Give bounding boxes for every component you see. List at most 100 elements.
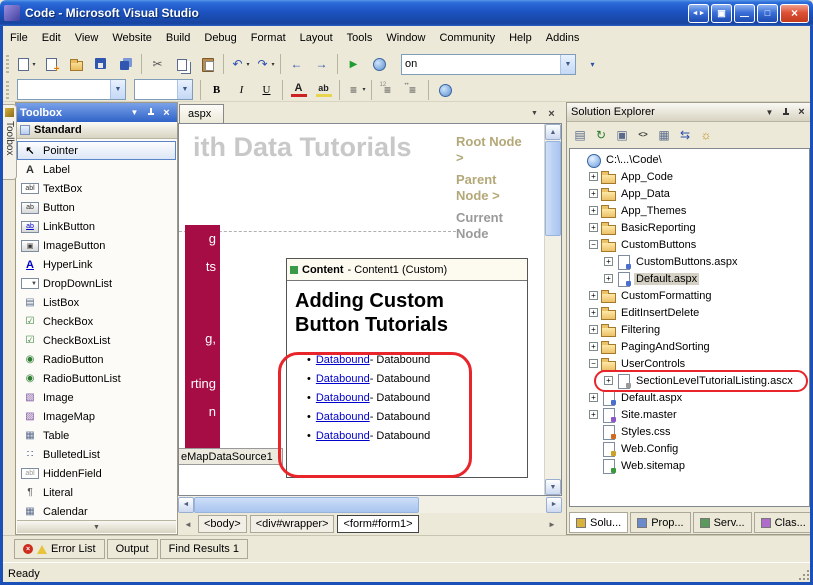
expand-icon[interactable]: +: [604, 257, 613, 266]
browse-button[interactable]: [367, 53, 390, 75]
bottom-tab-findresults1[interactable]: Find Results 1: [160, 539, 248, 559]
toolbox-item-imagebutton[interactable]: ▣ImageButton: [17, 236, 176, 255]
toolbox-item-textbox[interactable]: ablTextBox: [17, 179, 176, 198]
panel-tab-prop[interactable]: Prop...: [630, 512, 690, 533]
breadcrumb-link[interactable]: Root Node >: [456, 134, 528, 166]
tree-item[interactable]: +CustomFormatting: [570, 287, 809, 304]
toolbar-combo[interactable]: ▼: [401, 54, 576, 75]
databound-link[interactable]: Databound: [316, 411, 370, 423]
toolbox-item-bulletedlist[interactable]: ∷BulletedList: [17, 445, 176, 464]
maximize-button[interactable]: □: [757, 4, 778, 23]
expand-icon[interactable]: +: [589, 206, 598, 215]
close-button[interactable]: ×: [780, 4, 809, 23]
undo-button[interactable]: ↶▾: [228, 53, 251, 75]
menu-item-layout[interactable]: Layout: [293, 28, 340, 48]
tree-item[interactable]: −CustomButtons: [570, 236, 809, 253]
toolbar-combo-input[interactable]: [402, 56, 560, 73]
resize-grip-icon[interactable]: [807, 578, 809, 580]
toolbox-item-table[interactable]: ▦Table: [17, 426, 176, 445]
nav-item-fragment[interactable]: g,: [205, 331, 216, 346]
window-position-icon[interactable]: ▼: [763, 106, 776, 119]
tree-item[interactable]: +Default.aspx: [570, 389, 809, 406]
content-placeholder[interactable]: Content - Content1 (Custom) Adding Custo…: [286, 258, 528, 478]
panel-tab-solu[interactable]: Solu...: [569, 512, 628, 533]
toolbox-item-checkbox[interactable]: ☑CheckBox: [17, 312, 176, 331]
expand-icon[interactable]: +: [589, 172, 598, 181]
save-button[interactable]: [89, 53, 112, 75]
tag-divwrapper[interactable]: <div#wrapper>: [250, 515, 335, 533]
tree-item[interactable]: +BasicReporting: [570, 219, 809, 236]
menu-item-view[interactable]: View: [68, 28, 106, 48]
copy-button[interactable]: [171, 53, 194, 75]
tag-body[interactable]: <body>: [198, 515, 247, 533]
window-context-button[interactable]: ◄►: [688, 4, 709, 23]
nav-item-fragment[interactable]: n: [209, 404, 216, 419]
font-name-input[interactable]: [18, 81, 110, 98]
scroll-right-icon[interactable]: ►: [546, 497, 562, 513]
tree-item[interactable]: +SectionLevelTutorialListing.ascx: [570, 372, 809, 389]
window-layout-button[interactable]: ▣: [711, 4, 732, 23]
menu-item-debug[interactable]: Debug: [197, 28, 243, 48]
expand-icon[interactable]: +: [589, 342, 598, 351]
smart-tag-icon[interactable]: [290, 266, 298, 274]
tree-item[interactable]: +App_Themes: [570, 202, 809, 219]
databound-link[interactable]: Databound: [316, 430, 370, 442]
toolbox-item-listbox[interactable]: ▤ListBox: [17, 293, 176, 312]
content-placeholder-header[interactable]: Content - Content1 (Custom): [287, 259, 527, 281]
expand-icon[interactable]: +: [589, 223, 598, 232]
font-color-button[interactable]: A: [287, 79, 310, 101]
expand-icon[interactable]: +: [589, 189, 598, 198]
combo-dropdown-icon[interactable]: ▼: [110, 80, 125, 99]
toolbox-item-imagemap[interactable]: ▨ImageMap: [17, 407, 176, 426]
active-files-dropdown-icon[interactable]: ▼: [527, 106, 542, 121]
start-debugging-button[interactable]: ▶: [342, 53, 365, 75]
toolbox-item-linkbutton[interactable]: abLinkButton: [17, 217, 176, 236]
nav-item-fragment[interactable]: ts: [206, 259, 216, 274]
menu-item-build[interactable]: Build: [159, 28, 197, 48]
toolbox-item-hiddenfield[interactable]: ablHiddenField: [17, 464, 176, 483]
toolbox-item-calendar[interactable]: ▦Calendar: [17, 502, 176, 520]
combo-dropdown-icon[interactable]: ▼: [177, 80, 192, 99]
view-code-button[interactable]: <>: [633, 125, 653, 145]
tree-item[interactable]: Web.sitemap: [570, 457, 809, 474]
menu-item-help[interactable]: Help: [502, 28, 539, 48]
numbered-list-button[interactable]: ≡: [376, 79, 399, 101]
menu-item-addins[interactable]: Addins: [539, 28, 587, 48]
scroll-left-icon[interactable]: ◄: [178, 497, 194, 513]
paste-button[interactable]: [196, 53, 219, 75]
tag-nav-forward-icon[interactable]: ►: [545, 516, 559, 532]
panel-tab-serv[interactable]: Serv...: [693, 512, 752, 533]
navigate-backward-button[interactable]: ←: [285, 53, 308, 75]
menu-item-edit[interactable]: Edit: [35, 28, 68, 48]
scrollbar-thumb[interactable]: [194, 497, 419, 513]
close-icon[interactable]: ×: [795, 106, 808, 119]
font-size-input[interactable]: [135, 81, 177, 98]
tree-item[interactable]: C:\...\Code\: [570, 151, 809, 168]
tree-item[interactable]: +Default.aspx: [570, 270, 809, 287]
sitemap-datasource-control[interactable]: eMapDataSource1: [178, 448, 283, 465]
close-icon[interactable]: ×: [160, 106, 173, 119]
toolbox-item-hyperlink[interactable]: AHyperLink: [17, 255, 176, 274]
expand-icon[interactable]: +: [589, 291, 598, 300]
horizontal-scrollbar[interactable]: ◄ ►: [178, 496, 562, 513]
scrollbar-thumb[interactable]: [545, 141, 561, 236]
toolbox-item-pointer[interactable]: ↖Pointer: [17, 141, 176, 160]
tree-item[interactable]: +EditInsertDelete: [570, 304, 809, 321]
toolbar-options-button[interactable]: ▾: [581, 53, 604, 75]
expand-icon[interactable]: +: [604, 274, 613, 283]
menu-item-tools[interactable]: Tools: [340, 28, 380, 48]
bold-button[interactable]: B: [205, 79, 228, 101]
redo-button[interactable]: ↷▾: [253, 53, 276, 75]
toolbox-category-standard[interactable]: Standard: [16, 122, 177, 139]
solution-explorer-header[interactable]: Solution Explorer ▼ ×: [567, 103, 812, 122]
toolbox-autohide-tab[interactable]: Toolbox: [3, 104, 17, 180]
toolbox-item-radiobutton[interactable]: ◉RadioButton: [17, 350, 176, 369]
close-document-icon[interactable]: ×: [544, 106, 559, 121]
tree-item[interactable]: +CustomButtons.aspx: [570, 253, 809, 270]
databound-link[interactable]: Databound: [316, 373, 370, 385]
expand-icon[interactable]: +: [589, 325, 598, 334]
document-tab-aspx[interactable]: aspx: [179, 104, 224, 123]
collapse-icon[interactable]: −: [589, 240, 598, 249]
tree-item[interactable]: +Filtering: [570, 321, 809, 338]
italic-button[interactable]: I: [230, 79, 253, 101]
